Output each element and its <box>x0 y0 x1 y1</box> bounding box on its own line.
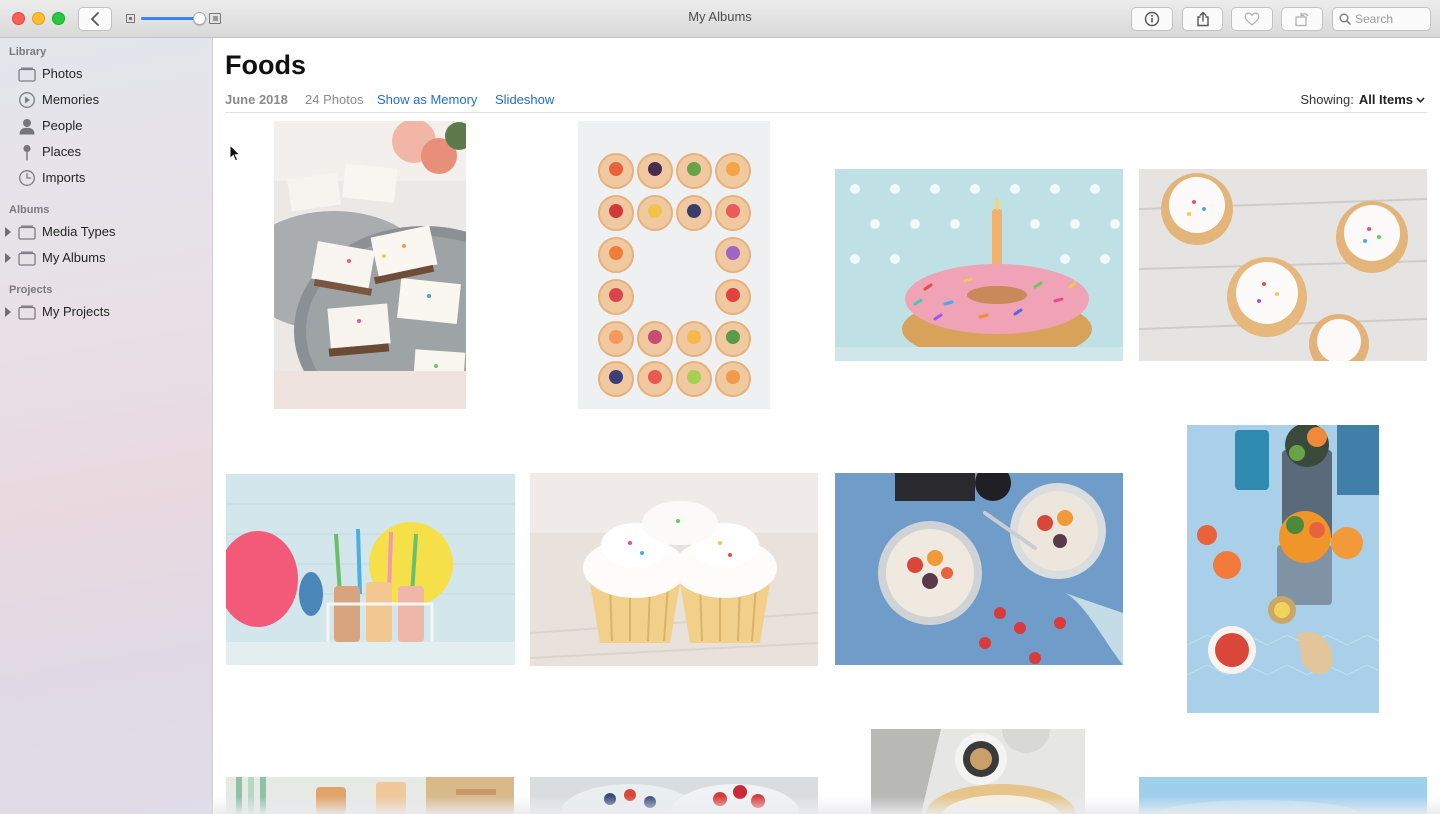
info-icon <box>1144 11 1160 27</box>
disclosure-triangle-icon[interactable] <box>5 227 11 237</box>
sidebar: Library Photos Memories People Places Im… <box>0 38 213 814</box>
folder-icon <box>17 223 36 241</box>
photo-frosted-bars[interactable] <box>274 121 466 409</box>
sidebar-item-media-types[interactable]: Media Types <box>0 220 212 244</box>
disclosure-triangle-icon[interactable] <box>5 307 11 317</box>
folder-icon <box>17 249 36 267</box>
mouse-pointer-icon <box>229 144 241 162</box>
photo-browser: Foods June 2018 24 Photos Show as Memory… <box>214 38 1440 814</box>
minimize-window-button[interactable] <box>32 12 45 25</box>
zoom-in-icon[interactable] <box>209 13 221 24</box>
sidebar-item-label: People <box>42 118 83 133</box>
pin-icon <box>17 143 36 161</box>
heart-icon <box>1244 12 1260 26</box>
share-button[interactable] <box>1182 7 1223 31</box>
rotate-icon <box>1295 12 1309 27</box>
disclosure-triangle-icon[interactable] <box>5 253 11 263</box>
photo-smoothie-cups[interactable] <box>1187 425 1379 713</box>
photo-two-cupcakes[interactable] <box>530 473 818 666</box>
maximize-window-button[interactable] <box>52 12 65 25</box>
photo-sprinkle-donut[interactable] <box>835 169 1123 361</box>
back-button[interactable] <box>78 7 112 31</box>
sidebar-item-people[interactable]: People <box>0 114 212 138</box>
sidebar-section-library: Library <box>9 46 47 58</box>
sidebar-item-label: Photos <box>42 66 83 81</box>
show-as-memory-link[interactable]: Show as Memory <box>377 92 477 107</box>
sidebar-section-projects: Projects <box>9 284 53 296</box>
photo-cupcakes-top[interactable] <box>1139 169 1427 361</box>
showing-select[interactable]: All Items <box>1359 92 1425 107</box>
sidebar-item-label: My Projects <box>42 304 110 319</box>
photo-balloons-milk[interactable] <box>226 474 515 665</box>
sidebar-section-albums: Albums <box>9 204 50 216</box>
sidebar-item-label: Media Types <box>42 224 116 239</box>
showing-label: Showing: <box>1300 92 1354 107</box>
zoom-slider-knob[interactable] <box>193 12 207 25</box>
photo-fruit-tarts[interactable] <box>578 121 770 409</box>
showing-value: All Items <box>1358 92 1413 107</box>
search-box[interactable] <box>1332 7 1431 31</box>
memories-icon <box>17 91 36 109</box>
album-date: June 2018 <box>225 92 288 107</box>
photo-granola-pie[interactable] <box>871 729 1085 814</box>
photo-fruit-bowls[interactable] <box>835 473 1123 665</box>
photo-green-straws[interactable] <box>226 777 514 814</box>
sidebar-item-my-projects[interactable]: My Projects <box>0 300 212 324</box>
slideshow-link[interactable]: Slideshow <box>495 92 554 107</box>
showing-filter[interactable]: Showing: All Items <box>1300 92 1425 107</box>
chevron-left-icon <box>91 12 99 26</box>
sidebar-item-label: My Albums <box>42 250 106 265</box>
photo-count: 24 Photos <box>305 92 364 107</box>
close-window-button[interactable] <box>12 12 25 25</box>
window-title: My Albums <box>688 9 752 24</box>
sidebar-item-photos[interactable]: Photos <box>0 62 212 86</box>
sidebar-item-my-albums[interactable]: My Albums <box>0 246 212 270</box>
photo-berry-bowls[interactable] <box>530 777 818 814</box>
search-icon <box>1339 13 1351 25</box>
folder-icon <box>17 303 36 321</box>
sidebar-item-label: Memories <box>42 92 100 107</box>
album-title: Foods <box>225 50 306 80</box>
search-input[interactable] <box>1355 12 1425 26</box>
zoom-slider-fill <box>141 17 200 20</box>
clock-icon <box>17 169 36 187</box>
photos-icon <box>17 65 36 83</box>
sidebar-item-places[interactable]: Places <box>0 140 212 164</box>
people-icon <box>17 117 36 135</box>
sidebar-item-label: Places <box>42 144 82 159</box>
sidebar-item-imports[interactable]: Imports <box>0 166 212 190</box>
title-bar: My Albums <box>0 0 1440 38</box>
photo-blue-dessert[interactable] <box>1139 777 1427 814</box>
header-divider <box>225 112 1427 113</box>
sidebar-item-label: Imports <box>42 170 86 185</box>
info-button[interactable] <box>1131 7 1173 31</box>
sidebar-item-memories[interactable]: Memories <box>0 88 212 112</box>
favorite-button[interactable] <box>1231 7 1273 31</box>
share-icon <box>1196 11 1209 27</box>
chevron-down-icon <box>1416 96 1425 103</box>
rotate-button[interactable] <box>1281 7 1323 31</box>
zoom-out-icon[interactable] <box>126 14 135 23</box>
